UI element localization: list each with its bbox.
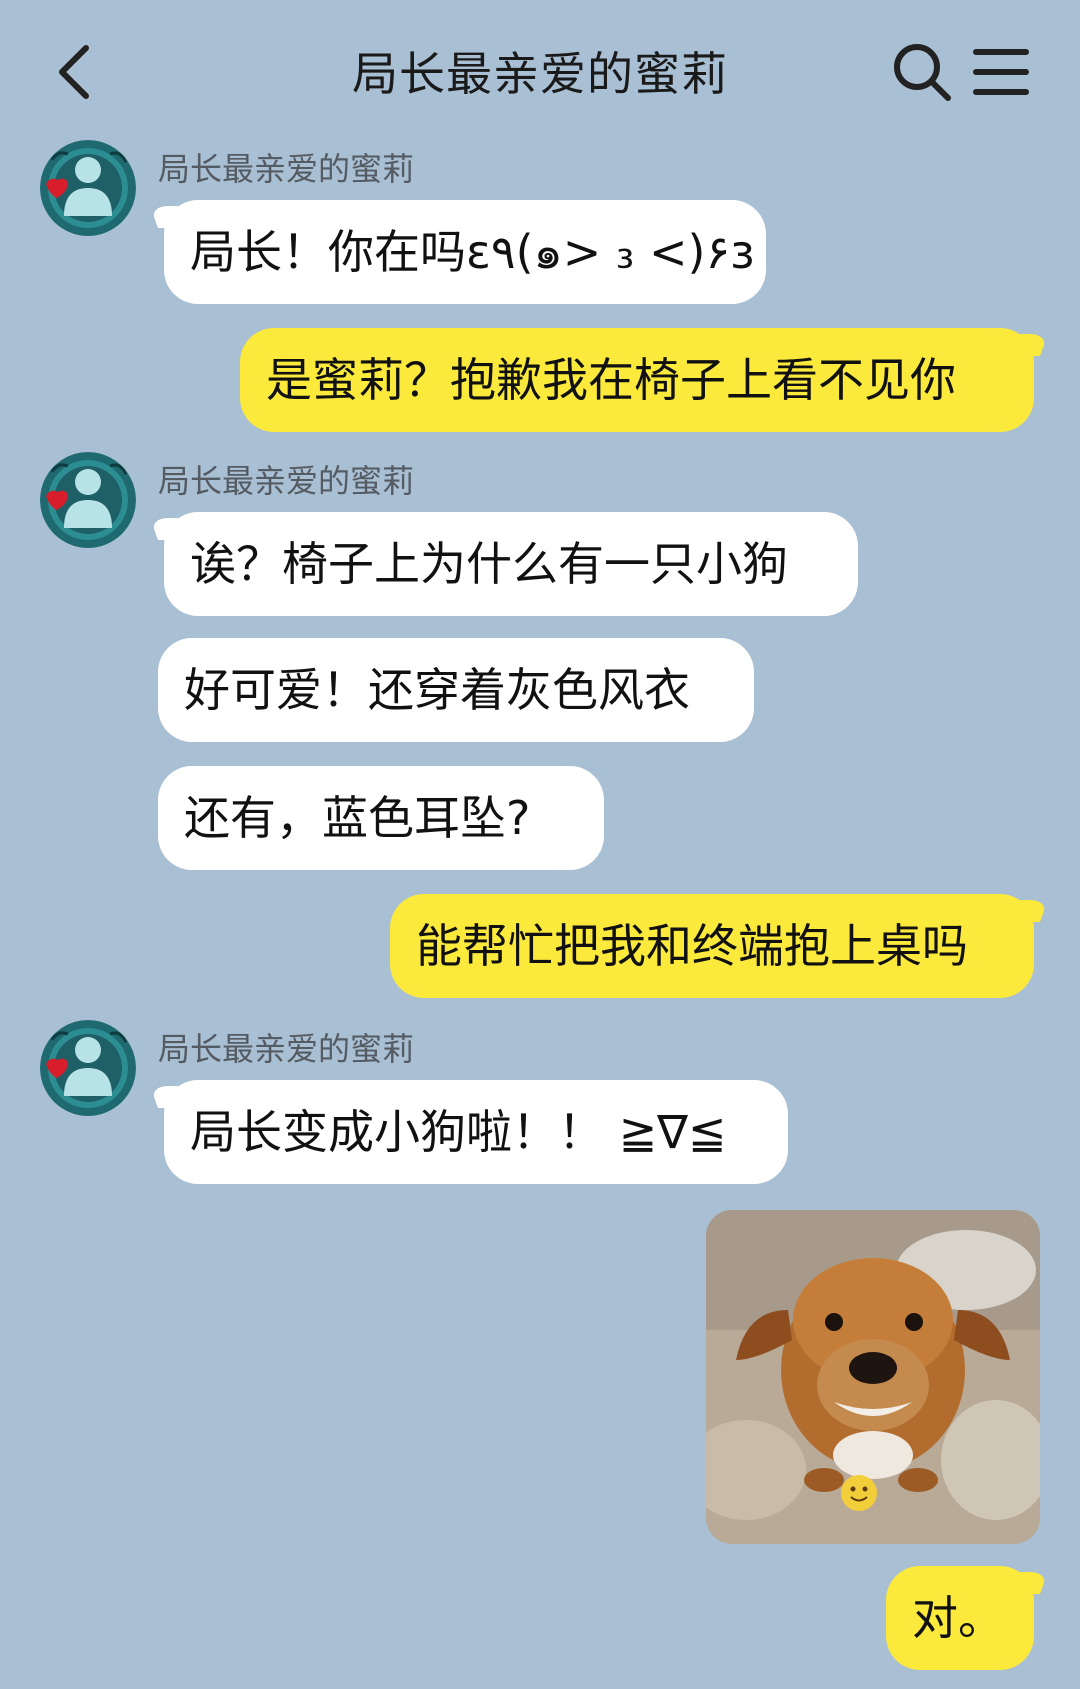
contact-avatar-icon <box>40 140 136 236</box>
menu-button[interactable] <box>972 44 1030 100</box>
message-bubble-outgoing[interactable]: 是蜜莉？抱歉我在椅子上看不见你 <box>240 328 1034 432</box>
chat-header: 局长最亲爱的蜜莉 <box>0 0 1080 130</box>
message-bubble-incoming[interactable]: 还有，蓝色耳坠? <box>158 766 604 870</box>
image-message[interactable] <box>706 1210 1040 1544</box>
search-button[interactable] <box>890 40 954 104</box>
sender-name: 局长最亲爱的蜜莉 <box>158 462 415 500</box>
puppy-photo-icon <box>706 1210 1040 1544</box>
avatar[interactable] <box>40 452 136 548</box>
menu-icon <box>973 49 1029 95</box>
message-bubble-outgoing[interactable]: 对。 <box>886 1566 1034 1670</box>
sender-name: 局长最亲爱的蜜莉 <box>158 150 415 188</box>
chevron-left-icon <box>59 45 89 99</box>
back-button[interactable] <box>48 36 108 106</box>
sender-name: 局长最亲爱的蜜莉 <box>158 1030 415 1068</box>
message-bubble-incoming[interactable]: 诶？椅子上为什么有一只小狗 <box>164 512 858 616</box>
message-bubble-incoming[interactable]: 局长变成小狗啦！！ ≧∇≦ <box>164 1080 788 1184</box>
avatar[interactable] <box>40 140 136 236</box>
avatar[interactable] <box>40 1020 136 1116</box>
search-icon <box>894 44 951 101</box>
message-bubble-incoming[interactable]: 局长！你在吗ε٩(๑> ₃ <)۶з <box>164 200 766 304</box>
message-bubble-incoming[interactable]: 好可爱！还穿着灰色风衣 <box>158 638 754 742</box>
contact-avatar-icon <box>40 452 136 548</box>
message-bubble-outgoing[interactable]: 能帮忙把我和终端抱上桌吗 <box>390 894 1034 998</box>
contact-avatar-icon <box>40 1020 136 1116</box>
